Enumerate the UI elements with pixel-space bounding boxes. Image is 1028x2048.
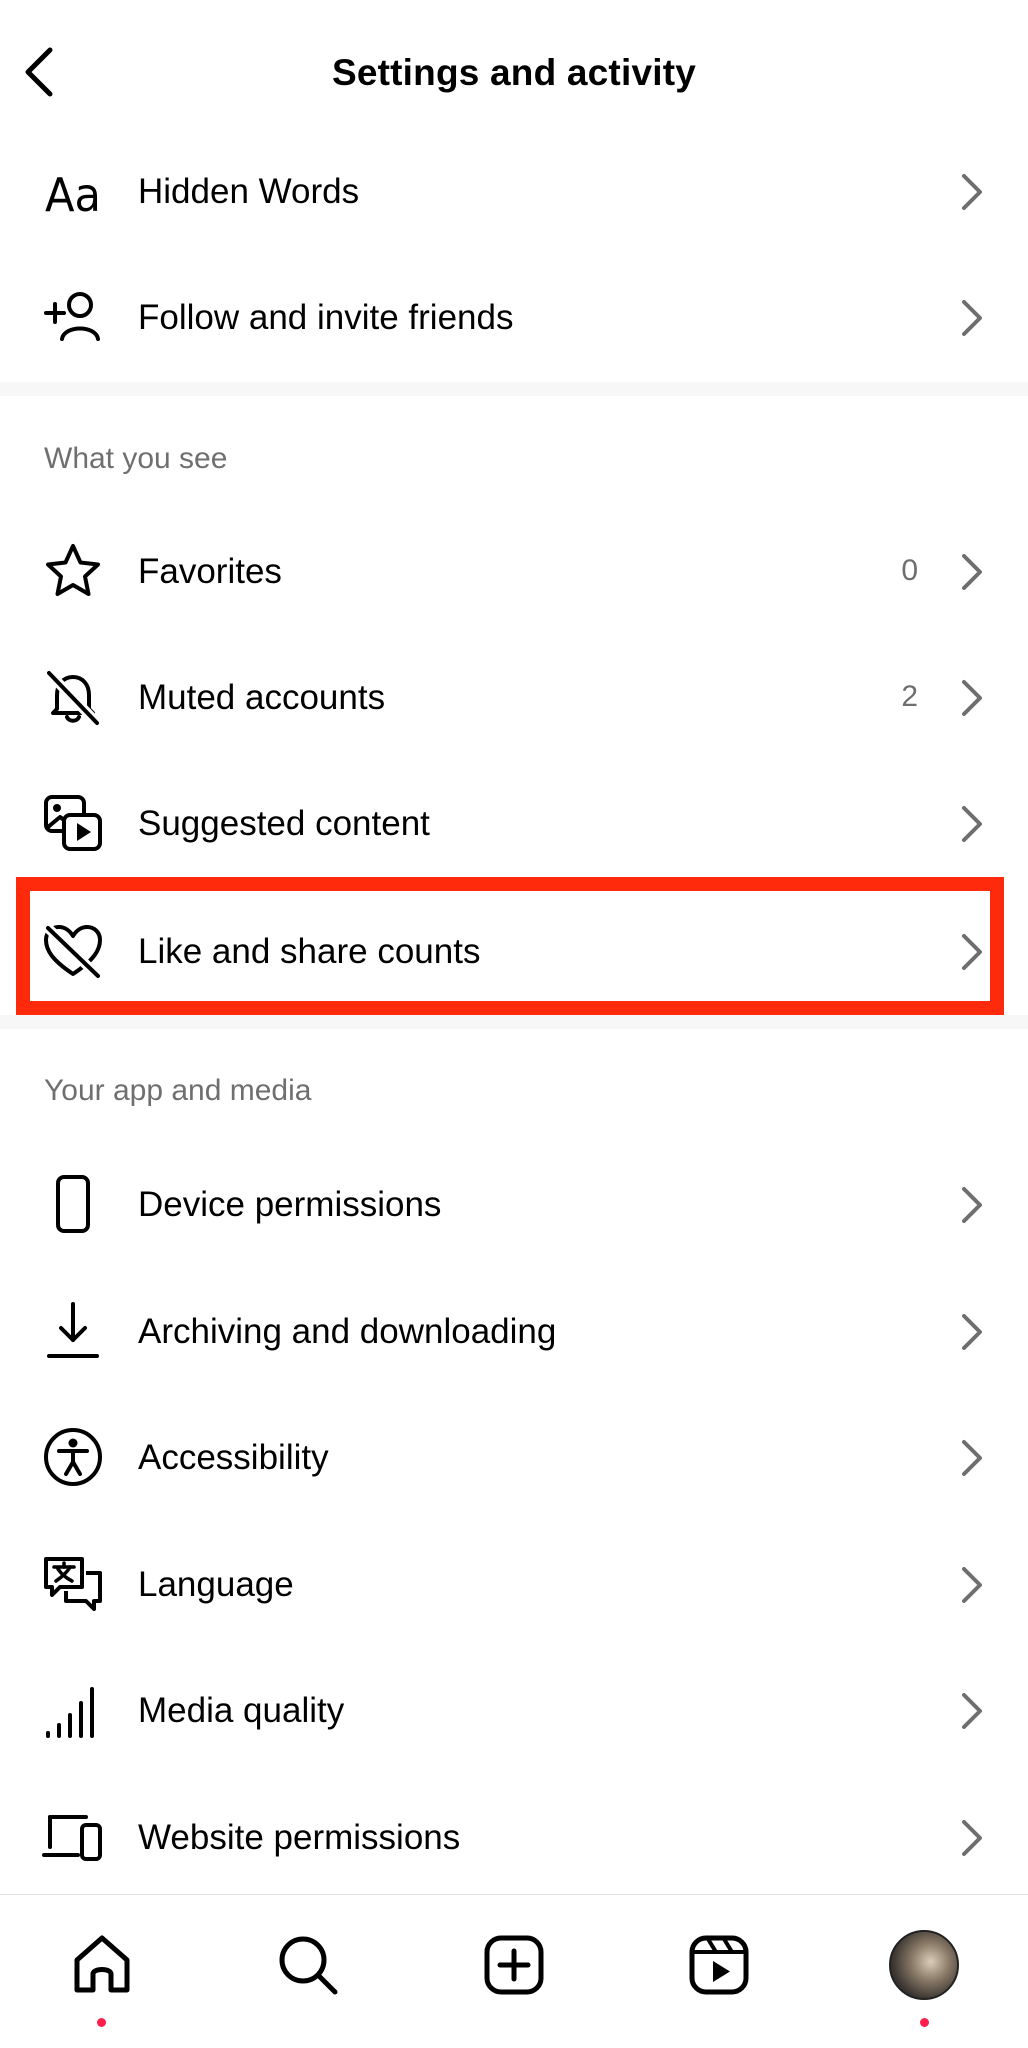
bottom-nav-bar: [0, 1894, 1028, 2048]
chevron-right-icon: [962, 1314, 982, 1350]
svg-text:Aa: Aa: [45, 168, 101, 219]
settings-item-like-share-counts[interactable]: Like and share counts: [0, 888, 1028, 1014]
settings-item-label: Hidden Words: [138, 172, 360, 211]
page-title: Settings and activity: [331, 52, 696, 93]
section-header-your-app-and-media: Your app and media: [44, 1074, 312, 1107]
chevron-right-icon: [962, 1187, 982, 1223]
settings-item-label: Accessibility: [138, 1438, 329, 1477]
settings-item-label: Archiving and downloading: [138, 1312, 557, 1351]
nav-create[interactable]: [474, 1925, 554, 2005]
settings-item-media-quality[interactable]: Media quality: [0, 1647, 1028, 1773]
section-header-what-you-see: What you see: [44, 442, 228, 475]
home-icon: [74, 1935, 130, 1993]
notification-dot: [97, 2018, 106, 2027]
settings-item-label: Muted accounts: [138, 678, 386, 717]
section-divider: [0, 382, 1028, 396]
settings-item-accessibility[interactable]: Accessibility: [0, 1394, 1028, 1520]
settings-item-label: Favorites: [138, 552, 282, 591]
chevron-right-icon: [962, 934, 982, 970]
heart-slash-icon: [40, 923, 106, 980]
signal-bars-icon: [40, 1682, 106, 1738]
notification-dot: [920, 2018, 929, 2027]
header: Settings and activity: [0, 0, 1028, 131]
settings-item-language[interactable]: Language: [0, 1521, 1028, 1647]
plus-square-icon: [484, 1935, 544, 1995]
muted-bell-icon: [40, 669, 106, 727]
settings-item-label: Media quality: [138, 1691, 345, 1730]
chevron-right-icon: [962, 1820, 982, 1856]
nav-search[interactable]: [268, 1925, 348, 2005]
settings-item-suggested-content[interactable]: Suggested content: [0, 760, 1028, 886]
profile-avatar: [889, 1930, 959, 2000]
chevron-right-icon: [962, 1567, 982, 1603]
laptop-phone-icon: [40, 1809, 106, 1865]
settings-item-archiving-downloading[interactable]: Archiving and downloading: [0, 1268, 1028, 1394]
star-icon: [40, 543, 106, 599]
chevron-right-icon: [962, 300, 982, 336]
settings-item-hidden-words[interactable]: Aa Hidden Words: [0, 128, 1028, 254]
accessibility-icon: [40, 1428, 106, 1486]
suggested-media-icon: [40, 795, 106, 851]
chevron-right-icon: [962, 554, 982, 590]
section-divider: [0, 1015, 1028, 1029]
settings-item-muted-accounts[interactable]: Muted accounts 2: [0, 634, 1028, 760]
settings-item-device-permissions[interactable]: Device permissions: [0, 1141, 1028, 1267]
chevron-right-icon: [962, 680, 982, 716]
item-count: 2: [901, 680, 918, 713]
download-icon: [40, 1302, 106, 1359]
settings-item-label: Language: [138, 1565, 294, 1604]
chevron-right-icon: [962, 1693, 982, 1729]
nav-home[interactable]: [62, 1925, 142, 2005]
aa-text-icon: Aa: [40, 163, 106, 219]
add-person-icon: [40, 289, 106, 345]
nav-reels[interactable]: [679, 1925, 759, 2005]
settings-item-label: Device permissions: [138, 1185, 442, 1224]
phone-icon: [40, 1175, 106, 1233]
item-count: 0: [901, 554, 918, 587]
settings-item-label: Website permissions: [138, 1818, 461, 1857]
settings-item-label: Follow and invite friends: [138, 298, 514, 337]
settings-item-label: Like and share counts: [138, 932, 481, 971]
chevron-right-icon: [962, 1440, 982, 1476]
reels-icon: [689, 1935, 749, 1995]
chevron-right-icon: [962, 806, 982, 842]
settings-item-favorites[interactable]: Favorites 0: [0, 508, 1028, 634]
chevron-right-icon: [962, 174, 982, 210]
language-bubble-icon: [40, 1556, 106, 1612]
settings-item-follow-invite[interactable]: Follow and invite friends: [0, 254, 1028, 380]
settings-item-label: Suggested content: [138, 804, 430, 843]
settings-item-website-permissions[interactable]: Website permissions: [0, 1774, 1028, 1900]
search-icon: [279, 1936, 338, 1995]
nav-profile[interactable]: [884, 1925, 964, 2005]
